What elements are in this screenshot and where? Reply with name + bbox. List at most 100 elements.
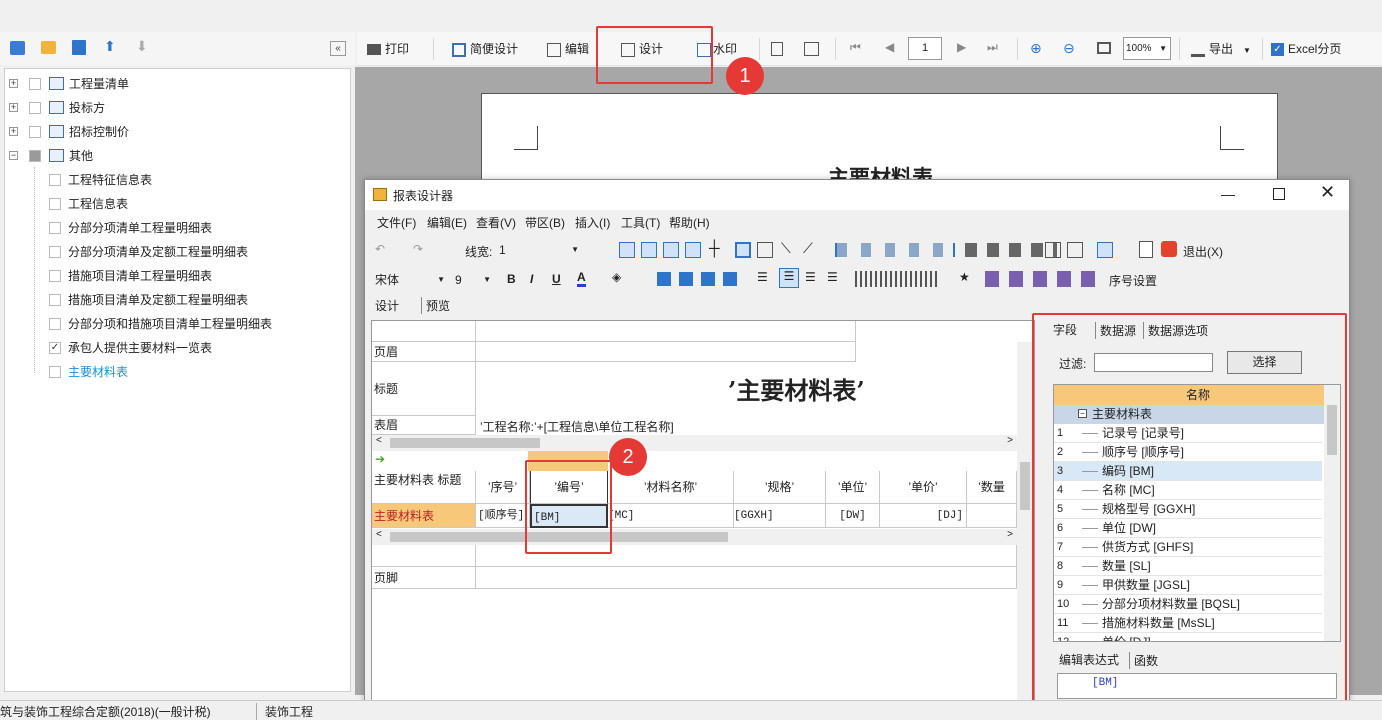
prev-page-icon[interactable]: ◀ (885, 40, 894, 54)
title-expression[interactable]: ’主要材料表’ (728, 371, 865, 406)
insert-tool-icons[interactable] (985, 271, 1095, 287)
data-cell[interactable]: [顺序号] (476, 504, 530, 528)
preview-icon[interactable] (1139, 241, 1153, 258)
zoom-in-icon[interactable]: ⊕ (1030, 40, 1042, 57)
data-cell[interactable]: [GGXH] (734, 504, 826, 528)
justify-icon[interactable]: ☰ (827, 270, 838, 284)
data-cell[interactable]: [DW] (826, 504, 880, 528)
next-page-icon[interactable]: ▶ (957, 40, 966, 54)
menu-view[interactable]: 查看(V) (476, 214, 516, 231)
menu-band[interactable]: 带区(B) (525, 214, 565, 231)
excel-paging-checkbox[interactable]: ✓ Excel分页 (1271, 32, 1341, 66)
horizontal-scrollbar[interactable]: < > (372, 435, 1017, 451)
data-cell[interactable]: [DJ] (880, 504, 967, 528)
bold-icon[interactable]: B (507, 272, 516, 286)
fit-page-icon[interactable] (1097, 42, 1111, 54)
close-icon[interactable]: ✕ (1320, 182, 1335, 203)
expand-icon[interactable]: + (9, 103, 18, 112)
data-cell[interactable]: [MC] (608, 504, 734, 528)
table-icon[interactable] (1097, 242, 1113, 258)
checkbox[interactable] (29, 126, 41, 138)
checkbox[interactable] (29, 102, 41, 114)
distribute-icon[interactable] (965, 243, 1057, 257)
align-left-icon[interactable]: ☰ (757, 270, 768, 284)
menu-edit[interactable]: 编辑(E) (427, 214, 467, 231)
align-tools-icon[interactable] (835, 243, 955, 257)
tab-design[interactable]: 设计 (375, 297, 399, 314)
star-icon[interactable]: ★ (959, 270, 970, 284)
checkbox[interactable] (49, 294, 61, 306)
redo-icon[interactable]: ↷ (413, 242, 423, 256)
exit-icon[interactable] (1161, 241, 1177, 257)
table-header-expression[interactable]: ’工程名称:’+[工程信息\单位工程名称] (480, 418, 674, 435)
maximize-icon[interactable] (1273, 188, 1285, 200)
expand-icon[interactable]: + (9, 127, 18, 136)
menu-insert[interactable]: 插入(I) (575, 214, 610, 231)
zoom-out-icon[interactable]: ⊖ (1063, 40, 1075, 57)
column-header-cell[interactable]: ’单位’ (826, 471, 880, 504)
font-size-select[interactable]: 9 ▼ (455, 270, 493, 290)
exit-button[interactable]: 退出(X) (1183, 243, 1223, 260)
simple-design-button[interactable]: 简便设计 (452, 32, 518, 66)
border-outer-icon[interactable] (641, 242, 657, 258)
move-down-icon[interactable]: ⬇ (136, 38, 148, 55)
page-number-input[interactable]: 1 (908, 37, 942, 60)
serial-setting-button[interactable]: 序号设置 (1109, 272, 1157, 289)
add-report-icon[interactable] (10, 41, 25, 55)
column-header-cell[interactable]: ’数量 (967, 471, 1017, 504)
edit-button[interactable]: 编辑 (547, 32, 589, 66)
checkbox[interactable] (29, 78, 41, 90)
diagonal-up-icon[interactable]: ⟋ (803, 240, 813, 257)
checkbox[interactable] (49, 198, 61, 210)
data-cell[interactable] (967, 504, 1017, 528)
checkbox[interactable] (49, 174, 61, 186)
double-page-icon[interactable] (804, 42, 819, 56)
border-all-icon[interactable] (619, 242, 635, 258)
print-button[interactable]: 打印 (367, 32, 409, 66)
line-width-select[interactable]: 1 ▼ (499, 240, 581, 260)
first-page-icon[interactable]: ⏮ (850, 40, 861, 55)
menu-help[interactable]: 帮助(H) (669, 214, 710, 231)
delete-icon[interactable] (72, 40, 86, 55)
menu-tools[interactable]: 工具(T) (621, 214, 660, 231)
add-folder-icon[interactable] (41, 41, 56, 54)
tab-preview[interactable]: 预览 (421, 297, 450, 314)
italic-icon[interactable]: I (530, 272, 533, 286)
fill-color-icon[interactable]: ◈ (612, 270, 621, 284)
align-right-icon[interactable]: ☰ (805, 270, 816, 284)
font-color-icon[interactable]: A (577, 270, 586, 287)
zoom-select[interactable]: 100% ▼ (1123, 37, 1171, 60)
column-header-cell[interactable]: ’序号’ (476, 471, 530, 504)
checkbox[interactable] (49, 222, 61, 234)
move-up-icon[interactable]: ⬆ (104, 38, 116, 55)
checkbox[interactable] (49, 318, 61, 330)
align-center-icon[interactable]: ☰ (779, 268, 799, 288)
cell-format-icons[interactable] (657, 272, 739, 286)
expand-icon[interactable]: + (9, 79, 18, 88)
column-header-cell[interactable]: ’单价’ (880, 471, 967, 504)
column-header-cell[interactable]: ’规格’ (734, 471, 826, 504)
minimize-icon[interactable]: — (1221, 186, 1235, 202)
underline-icon[interactable]: U (552, 272, 561, 286)
border-grid-icon[interactable] (757, 242, 773, 258)
checkbox[interactable] (49, 270, 61, 282)
vertical-align-icons[interactable] (855, 271, 939, 287)
table-split-icon[interactable] (1045, 242, 1061, 258)
border-bottom-icon[interactable] (685, 242, 701, 258)
menu-file[interactable]: 文件(F) (377, 214, 416, 231)
checkbox[interactable] (49, 366, 61, 378)
diagonal-down-icon[interactable]: ⟍ (781, 240, 791, 257)
checked-checkbox[interactable]: ✓ (49, 342, 61, 354)
border-box-icon[interactable] (735, 242, 751, 258)
border-top-icon[interactable] (663, 242, 679, 258)
checkbox[interactable] (49, 246, 61, 258)
border-inner-icon[interactable]: ┼ (709, 240, 720, 257)
undo-icon[interactable]: ↶ (375, 242, 385, 256)
table-merge-icon[interactable] (1067, 242, 1083, 258)
horizontal-scrollbar[interactable]: < > (372, 529, 1017, 545)
collapse-icon[interactable]: − (9, 151, 18, 160)
export-button[interactable]: 导出 ▼ (1191, 32, 1251, 66)
collapse-panel-icon[interactable]: « (330, 41, 346, 56)
last-page-icon[interactable]: ⏭ (987, 40, 998, 55)
font-name-select[interactable]: 宋体 ▼ (375, 270, 447, 290)
